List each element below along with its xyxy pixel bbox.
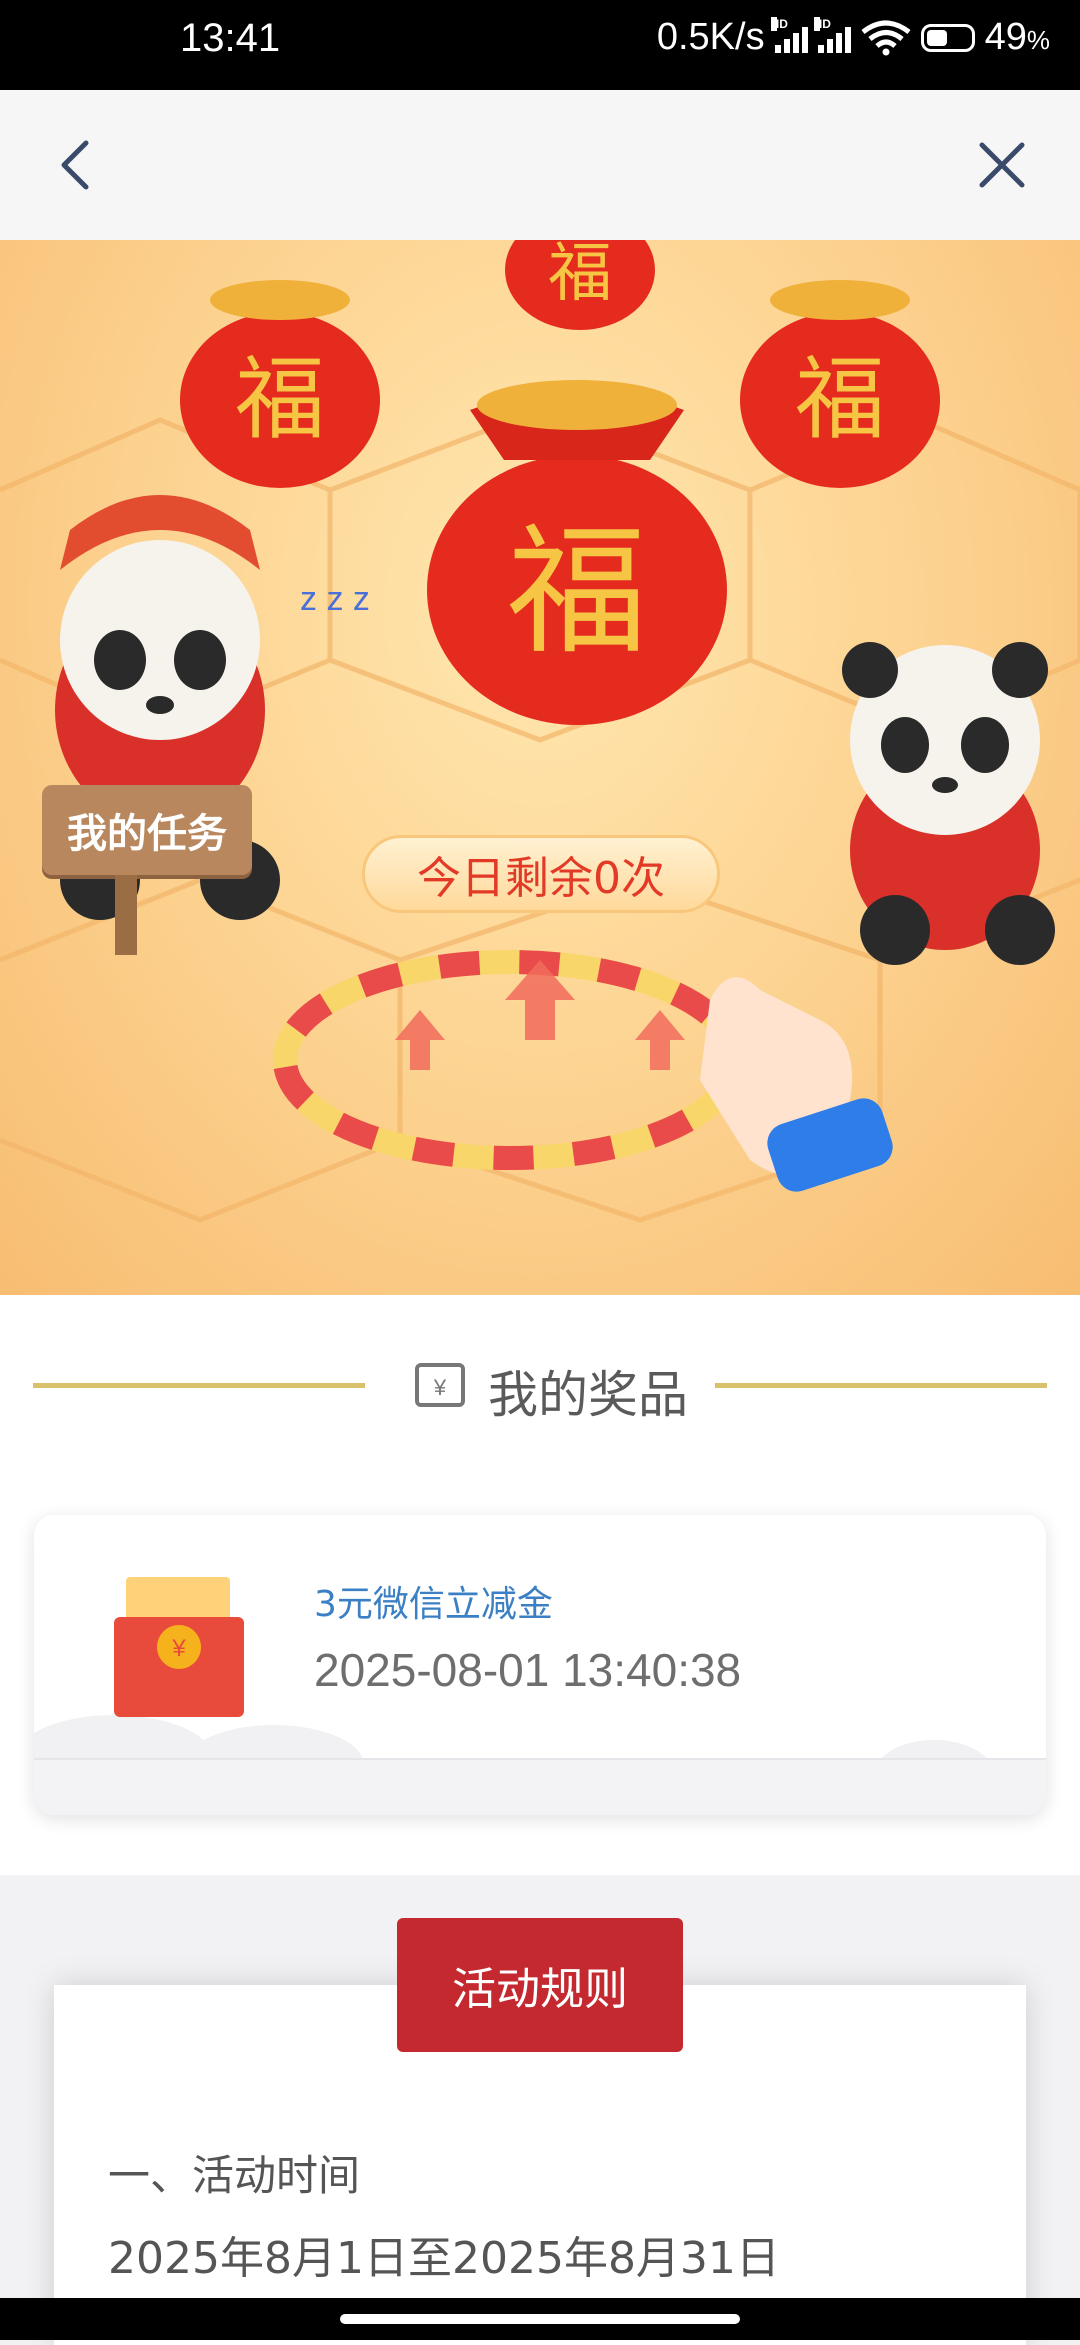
gesture-bar [0, 2298, 1080, 2340]
close-icon[interactable] [972, 135, 1032, 195]
svg-text:福: 福 [235, 347, 325, 452]
status-time: 13:41 [180, 16, 281, 60]
remaining-count-badge: 今日剩余0次 [362, 835, 720, 913]
prize-card[interactable]: ¥ 3元微信立减金 2025-08-01 13:40:38 [34, 1515, 1046, 1815]
battery-fill [926, 29, 948, 46]
sign-pole [115, 875, 137, 955]
lucky-bag-small-top: 福 [505, 240, 655, 330]
chevron-left-icon[interactable] [48, 135, 108, 195]
svg-text:福: 福 [795, 347, 885, 452]
svg-text:福: 福 [507, 511, 647, 674]
svg-text:¥: ¥ [171, 1635, 186, 1662]
prize-name: 3元微信立减金 [314, 1584, 553, 1625]
svg-text:z z z: z z z [300, 580, 370, 618]
red-packet-icon: ¥ [114, 1577, 244, 1717]
home-indicator[interactable] [340, 2314, 740, 2324]
prizes-title: 我的奖品 [488, 1366, 688, 1424]
my-tasks-button[interactable]: 我的任务 [42, 785, 252, 875]
pointing-hand-icon [700, 977, 893, 1192]
hex-floor: 福 福 福 福 z z z [0, 240, 1080, 1223]
activity-rules-button[interactable]: 活动规则 [397, 1918, 683, 2052]
battery-icon [920, 23, 975, 52]
lucky-bag-main: 福 [427, 380, 727, 725]
signal-hd-icon: HD [770, 16, 808, 53]
prize-card-footer [34, 1758, 1046, 1815]
prize-time: 2025-08-01 13:40:38 [314, 1644, 742, 1696]
divider-right [715, 1383, 1047, 1388]
status-bar: 13:41 0.5K/s HD HD 49% [0, 0, 1080, 90]
prizes-header: ¥ 我的奖品 [0, 1355, 1080, 1424]
battery-percent: 49% [984, 16, 1050, 58]
rules-section-text: 2025年8月1日至2025年8月31日 [108, 2233, 780, 2284]
signal-hd-icon: HD [813, 16, 851, 53]
svg-text:福: 福 [548, 240, 612, 311]
nav-bar [0, 90, 1080, 240]
status-icons: 0.5K/s HD HD 49% [657, 16, 1050, 59]
game-stage: 福 福 福 福 z z z 我的任务 今日剩余0次 [0, 240, 1080, 1295]
lucky-bag-left: 福 [180, 280, 380, 488]
panda-right-illustration [842, 642, 1055, 965]
divider-left [33, 1383, 365, 1388]
wifi-6-icon [861, 20, 911, 55]
svg-text:¥: ¥ [433, 1375, 447, 1400]
prizes-section: ¥ 我的奖品 ¥ 3元微信立减金 2025-08-01 13:40:38 [0, 1295, 1080, 1875]
lucky-bag-right: 福 [740, 280, 940, 488]
network-speed: 0.5K/s [656, 16, 765, 58]
rules-section-heading: 一、活动时间 [108, 2151, 361, 2200]
ticket-icon: ¥ [415, 1363, 465, 1407]
